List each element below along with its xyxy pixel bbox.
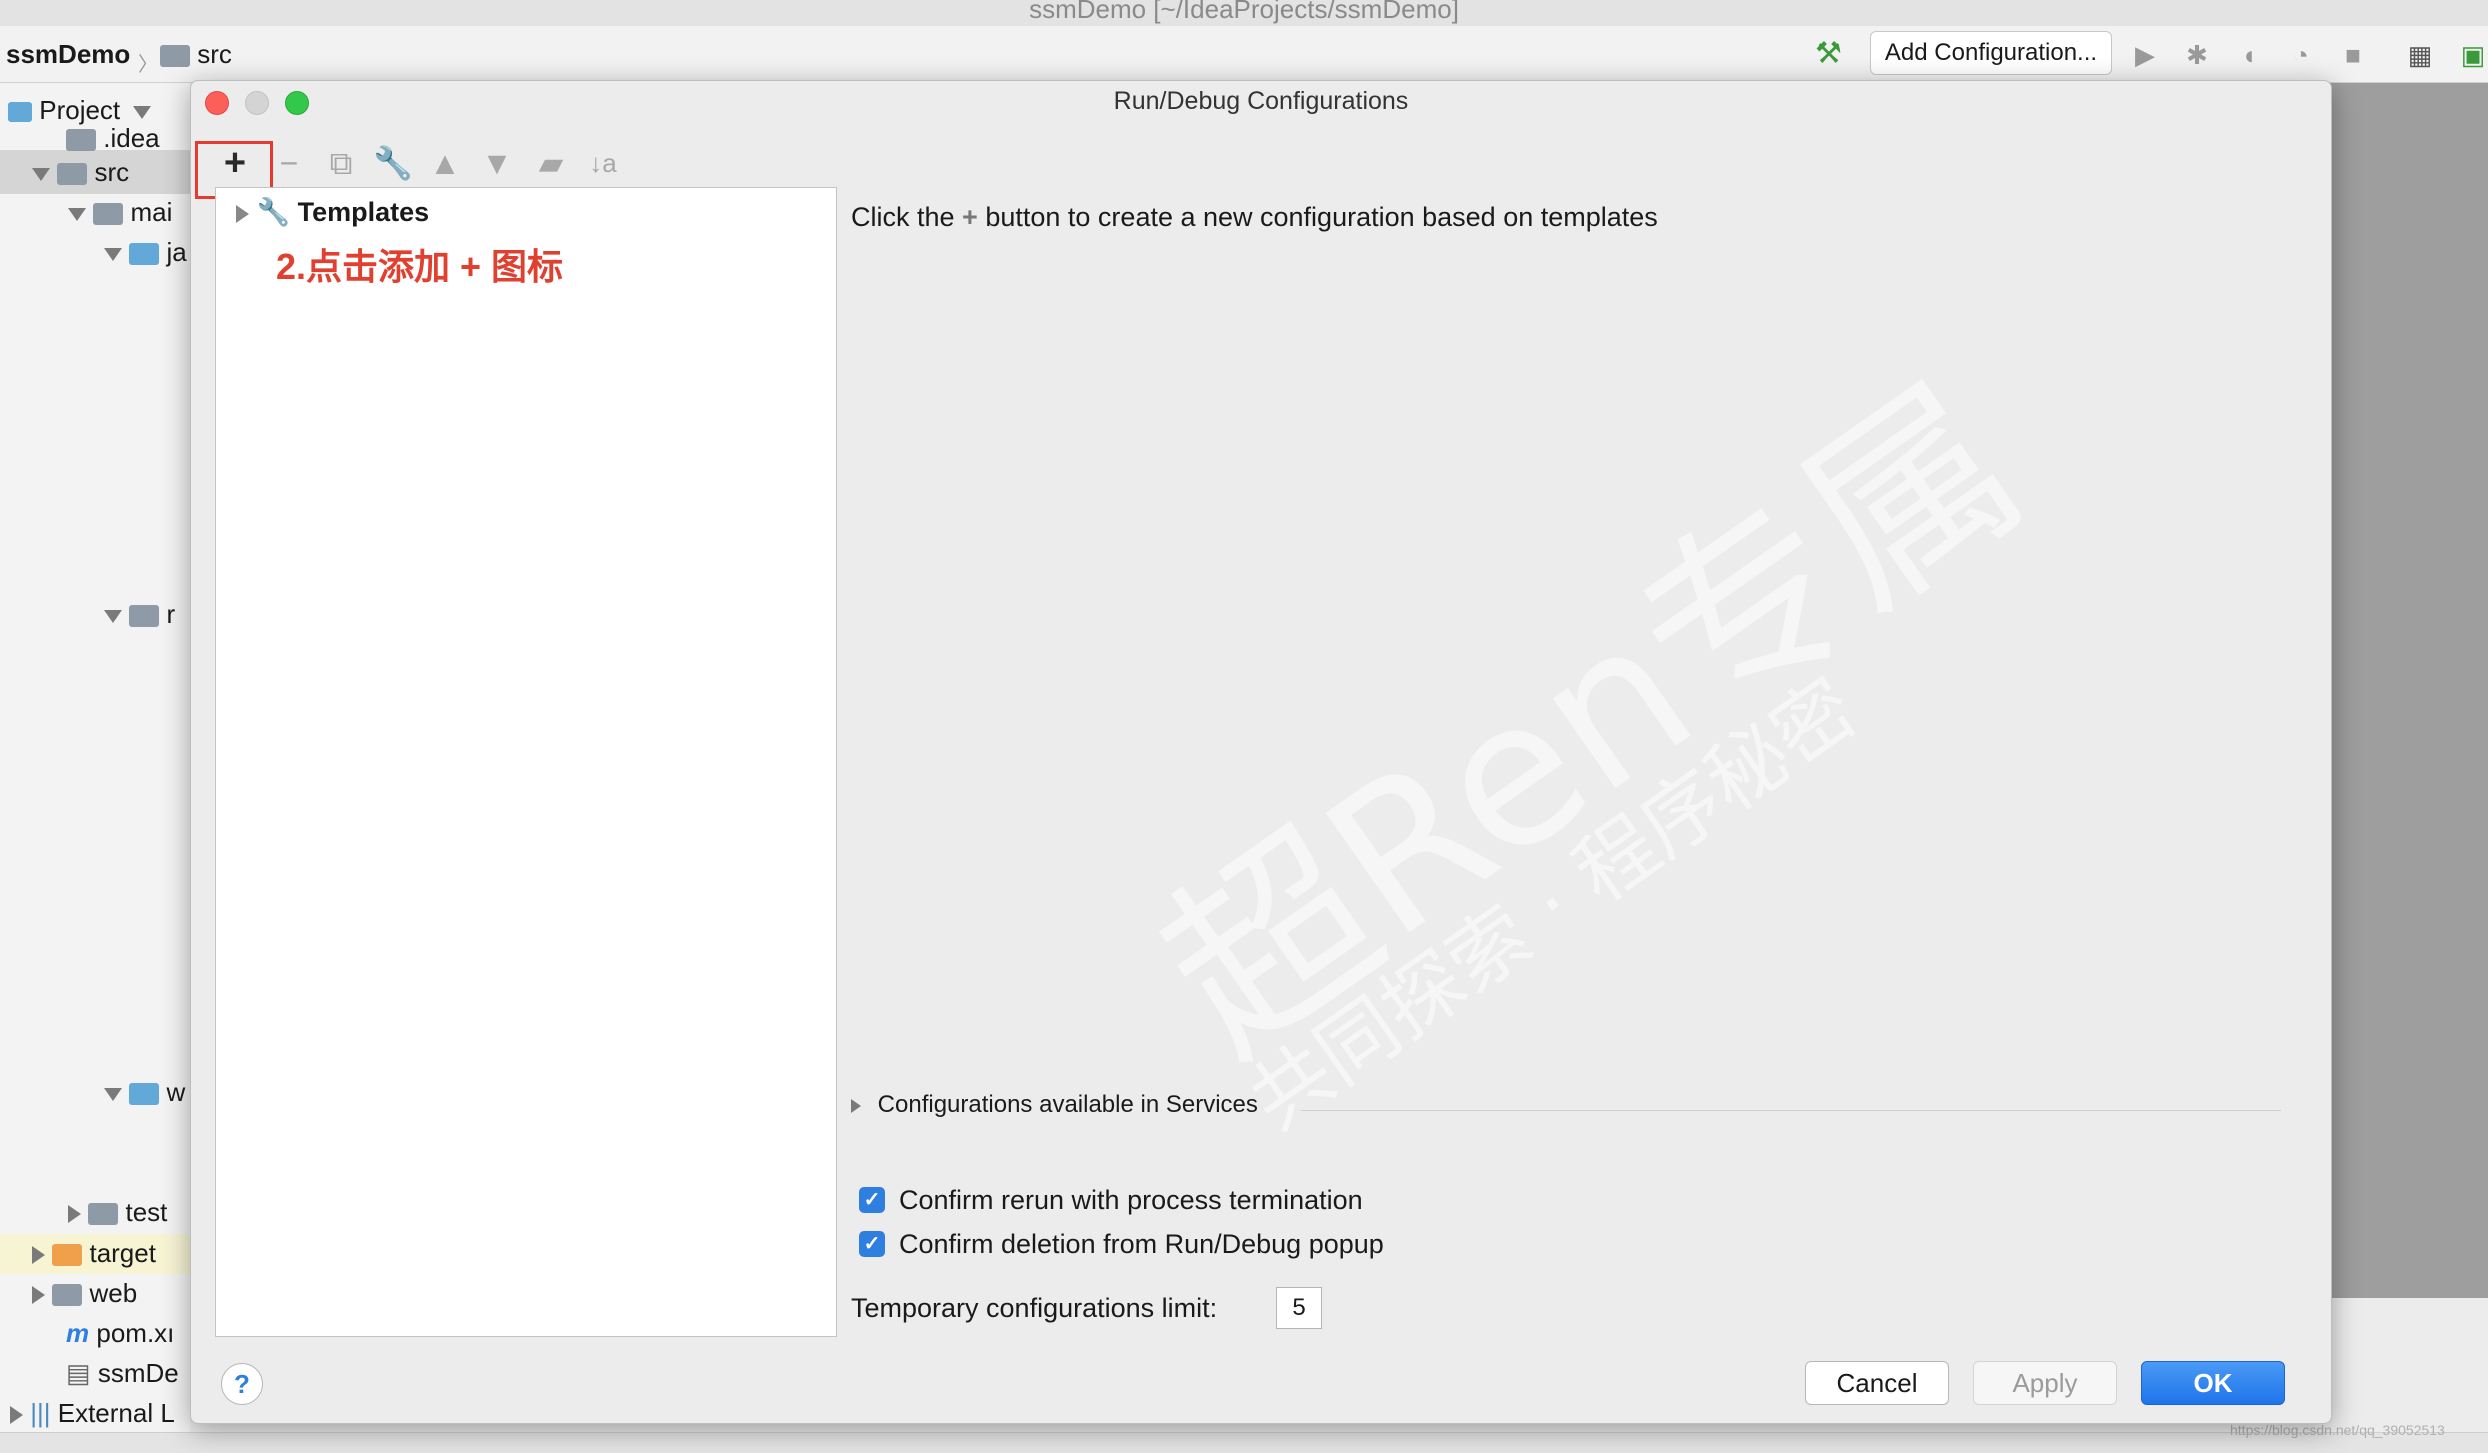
dialog-title: Run/Debug Configurations [1113,87,1409,115]
excluded-folder-icon [52,1244,83,1267]
folder-icon [66,129,96,152]
collapse-icon [32,1246,45,1265]
plus-icon: + [962,202,978,232]
tree-item-idea[interactable]: .idea [66,122,160,154]
configuration-tree[interactable]: 🔧 Templates 2.点击添加 + 图标 [215,187,837,1337]
breadcrumb-project[interactable]: ssmDemo [6,38,130,70]
checkbox-checked-icon[interactable]: ✓ [859,1231,885,1257]
close-window-icon[interactable] [205,91,229,115]
collapse-icon [851,1098,861,1113]
run-panel-icon[interactable]: ▣ [2458,40,2488,70]
source-url: https://blog.csdn.net/qq_39052513 [2230,1422,2445,1438]
tutorial-annotation: 2.点击添加 + 图标 [276,246,564,287]
services-section-toggle[interactable]: Configurations available in Services [851,1089,1258,1121]
folder-icon [160,45,190,68]
maven-icon: m [66,1318,90,1348]
minimize-window-icon[interactable] [245,91,269,115]
chevron-down-icon [133,105,152,119]
resources-folder-icon [129,605,160,628]
editor-area [2330,83,2488,1298]
empty-state-hint: Click the + button to create a new confi… [851,202,1658,232]
collapse-icon [10,1406,23,1425]
coverage-icon[interactable]: ◖ [2234,40,2264,70]
tree-item-java[interactable]: ja [104,236,187,268]
tree-item-target[interactable]: target [32,1237,156,1269]
folder-icon [93,203,124,226]
tree-item-resources[interactable]: r [104,598,175,630]
profile-icon[interactable]: ◔ [2286,40,2316,70]
confirm-rerun-option[interactable]: ✓ Confirm rerun with process termination [859,1183,1363,1217]
collapse-icon [32,1286,45,1305]
tree-item-webapp[interactable]: w [104,1076,185,1108]
add-configuration-button[interactable]: Add Configuration... [1870,31,2112,75]
tree-item-test[interactable]: test [68,1196,167,1228]
sort-alphabetically-icon[interactable]: ↓a [583,143,623,183]
confirm-deletion-option[interactable]: ✓ Confirm deletion from Run/Debug popup [859,1227,1384,1261]
source-folder-icon [129,243,160,266]
apply-button[interactable]: Apply [1973,1361,2117,1405]
move-up-icon[interactable]: ▲ [425,143,465,183]
window-title: ssmDemo [~/IdeaProjects/ssmDemo] [0,0,2488,27]
temp-limit-label: Temporary configurations limit: [851,1293,1218,1323]
debug-icon[interactable]: ✱ [2182,40,2212,70]
expand-icon [104,247,122,261]
web-folder-icon [129,1083,160,1106]
folder-icon [88,1203,119,1226]
expand-icon [68,207,86,221]
breadcrumb-folder[interactable]: src [160,38,232,70]
add-icon[interactable]: + [215,143,255,183]
folder-icon [52,1284,83,1307]
ok-button[interactable]: OK [2141,1361,2285,1405]
run-debug-dialog: Run/Debug Configurations + − ⧉ 🔧 ▲ ▼ ▰ ↓… [190,80,2332,1424]
stop-icon[interactable]: ■ [2338,40,2368,70]
collapse-icon [236,204,249,223]
expand-icon [104,609,122,623]
zoom-window-icon[interactable] [285,91,309,115]
copy-icon[interactable]: ⧉ [321,143,361,183]
navigation-bar: ssmDemo 〉 src ⚒ Add Configuration... ▶ ✱… [0,26,2488,83]
status-bar [0,1432,2488,1453]
project-panel [0,83,190,1433]
collapse-icon [68,1205,81,1224]
tree-item-src[interactable]: src [32,156,129,188]
breadcrumb-separator-icon: 〉 [138,54,158,76]
expand-icon [32,167,50,181]
libraries-icon: ||| [30,1398,51,1428]
move-down-icon[interactable]: ▼ [477,143,517,183]
run-icon[interactable]: ▶ [2130,40,2160,70]
build-hammer-icon[interactable]: ⚒ [1815,36,1842,71]
project-structure-icon[interactable]: ▦ [2405,40,2435,70]
new-folder-icon[interactable]: ▰ [531,143,571,183]
cancel-button[interactable]: Cancel [1805,1361,1949,1405]
wrench-icon: 🔧 [256,197,291,227]
expand-icon [104,1087,122,1101]
help-button[interactable]: ? [221,1363,263,1405]
tree-item-iml[interactable]: ▤ ssmDe [66,1357,179,1389]
divider [1301,1110,2281,1111]
wrench-icon[interactable]: 🔧 [373,143,413,183]
remove-icon[interactable]: − [269,143,309,183]
module-file-icon: ▤ [66,1358,91,1388]
tree-item-templates[interactable]: 🔧 Templates [236,194,429,230]
project-view-icon [8,102,32,123]
checkbox-checked-icon[interactable]: ✓ [859,1187,885,1213]
tree-item-pom[interactable]: m pom.xı [66,1317,174,1349]
tree-item-external-libraries[interactable]: ||| External L [10,1397,175,1429]
tree-item-main[interactable]: mai [68,196,172,228]
tree-item-web[interactable]: web [32,1277,137,1309]
temp-limit-input[interactable]: 5 [1276,1287,1322,1329]
folder-icon [57,163,88,186]
watermark: 超Ren专属 [1123,344,2060,1098]
